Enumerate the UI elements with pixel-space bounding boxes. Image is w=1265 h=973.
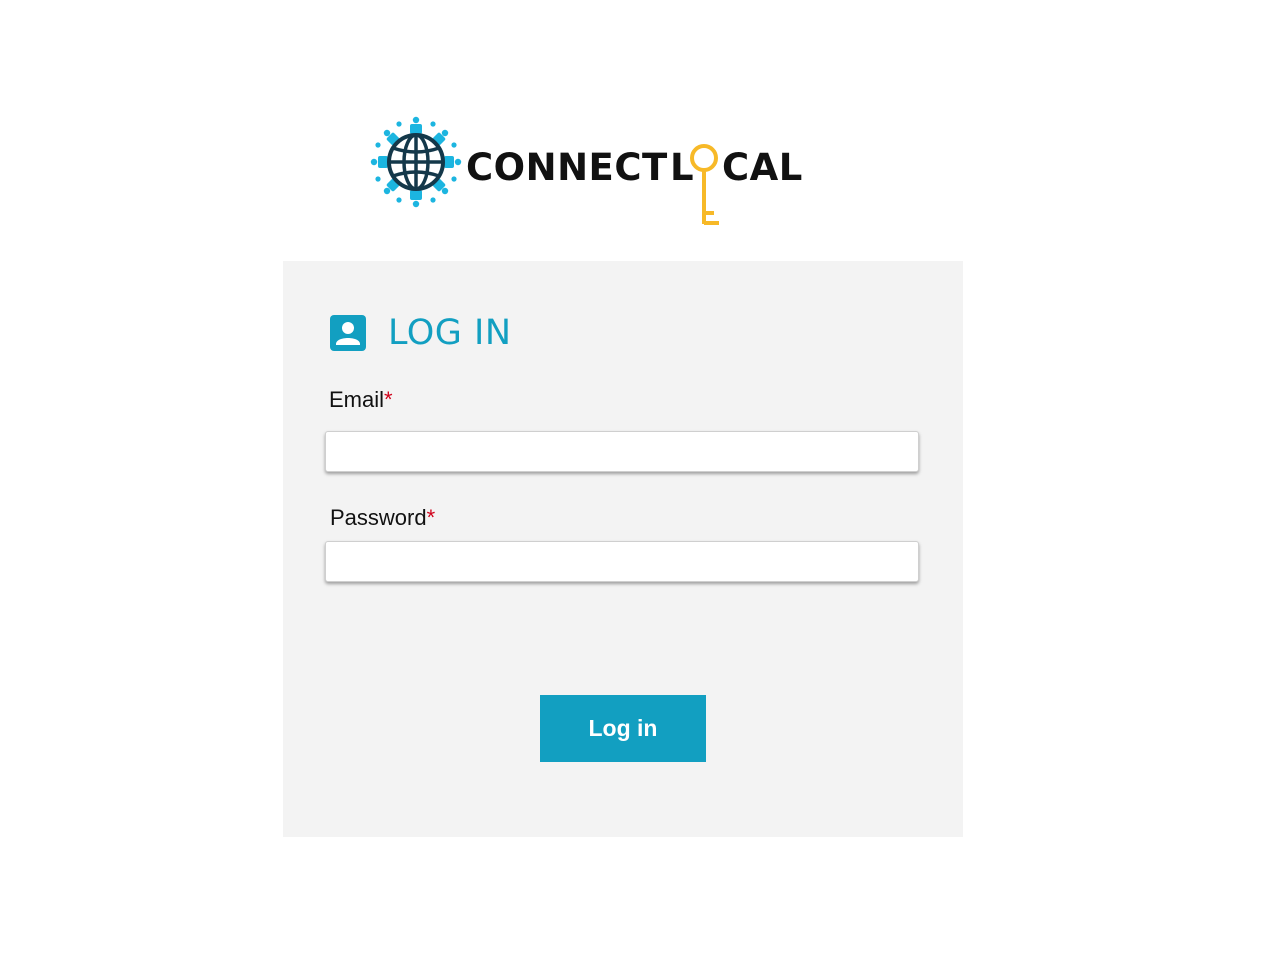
key-icon [690,144,719,225]
email-label-text: Email [329,387,385,412]
login-page: CONNECT L CAL LOG IN Email* Password* Lo… [0,0,1265,973]
account-box-icon [330,315,366,351]
required-marker: * [426,505,436,530]
password-label-text: Password [330,505,427,530]
login-button[interactable]: Log in [540,695,706,762]
logo-text-l: L [670,146,695,189]
email-field[interactable] [325,431,919,472]
connect-local-logo: CONNECT L CAL [370,112,810,232]
login-card: LOG IN Email* Password* Log in [283,261,963,837]
password-field[interactable] [325,541,919,582]
password-label: Password* [330,507,435,529]
email-label: Email* [329,389,393,411]
logo-text-cal: CAL [722,146,803,189]
login-heading: LOG IN [330,313,512,353]
required-marker: * [384,387,393,412]
page-title: LOG IN [388,312,512,353]
logo-text-connect: CONNECT [466,146,668,189]
